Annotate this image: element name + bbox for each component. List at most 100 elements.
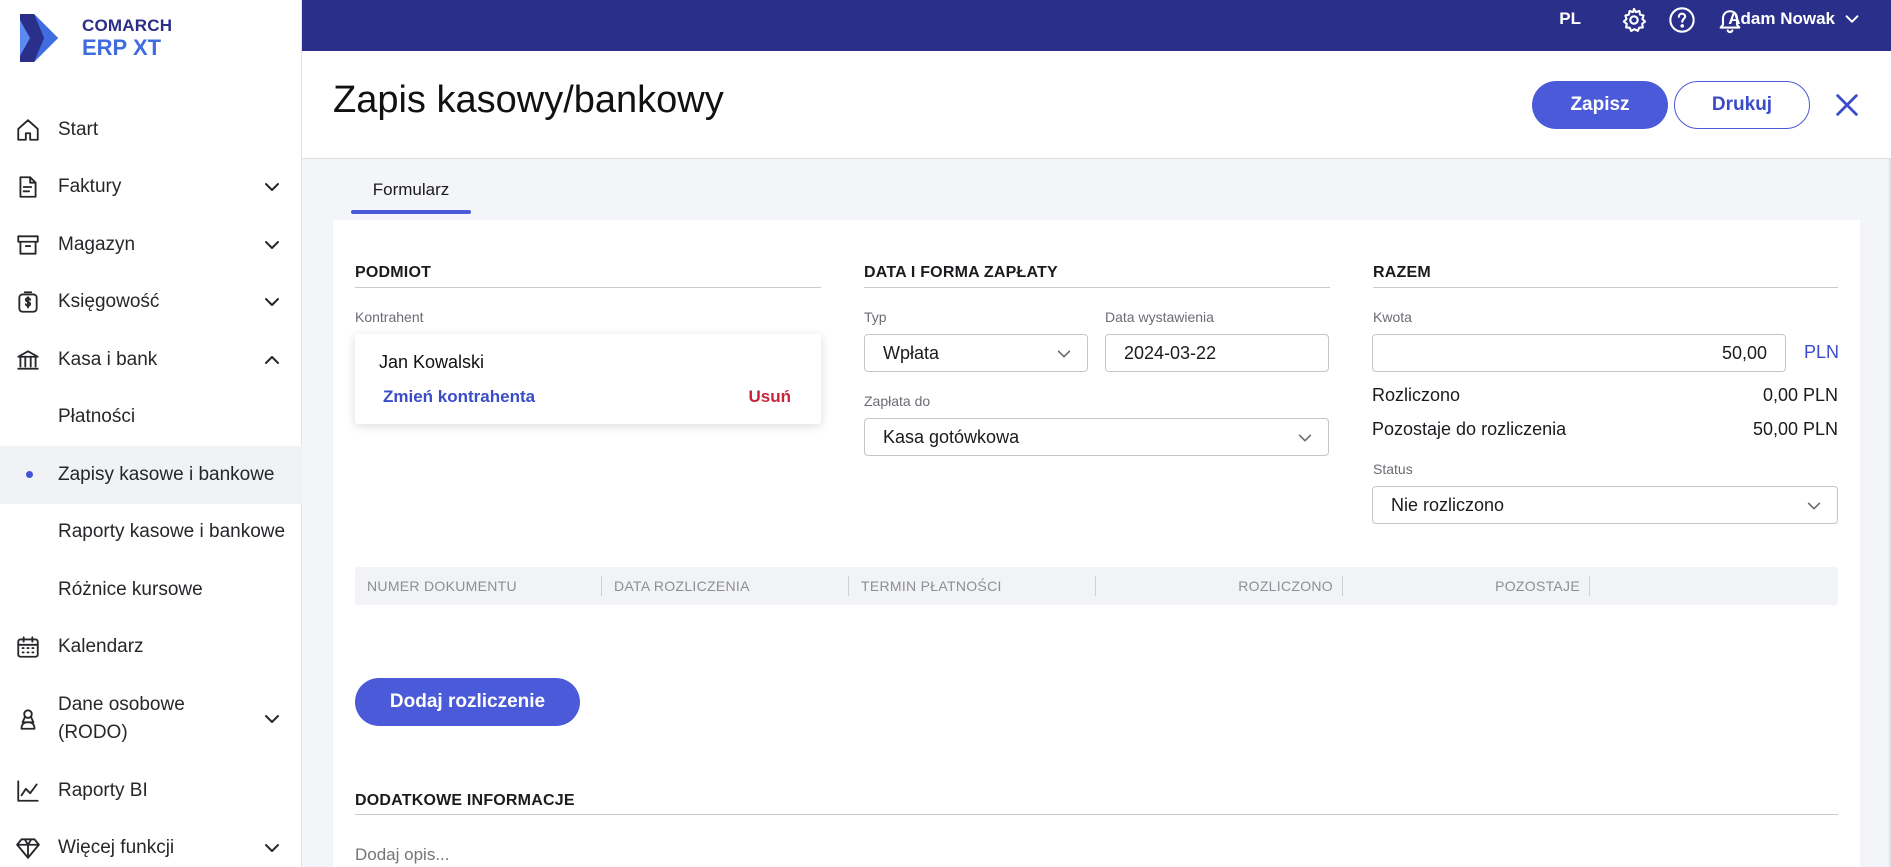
divider bbox=[355, 287, 821, 288]
sidebar-item-label: Różnice kursowe bbox=[58, 578, 203, 600]
pay-to-select[interactable]: Kasa gotówkowa bbox=[864, 418, 1329, 456]
add-settlement-button[interactable]: Dodaj rozliczenie bbox=[355, 678, 580, 726]
sidebar-item-platnosci[interactable]: Płatności bbox=[0, 389, 302, 447]
pay-to-label: Zapłata do bbox=[864, 393, 931, 409]
sidebar-item-zapisy-kasowe[interactable]: Zapisy kasowe i bankowe bbox=[0, 446, 302, 504]
currency-select[interactable]: PLN bbox=[1804, 342, 1839, 363]
tab-label: Formularz bbox=[372, 180, 450, 199]
language-switch[interactable]: PL bbox=[1559, 9, 1581, 29]
chevron-down-icon[interactable] bbox=[262, 177, 282, 197]
chevron-down-icon[interactable] bbox=[262, 292, 282, 312]
chevron-down-icon[interactable] bbox=[262, 838, 282, 858]
column-separator[interactable] bbox=[848, 576, 849, 596]
chevron-down-icon bbox=[1805, 497, 1823, 515]
chevron-down-icon bbox=[1845, 15, 1859, 23]
column-header-document-number[interactable]: NUMER DOKUMENTU bbox=[367, 567, 517, 605]
archive-box-icon bbox=[14, 231, 42, 259]
save-button[interactable]: Zapisz bbox=[1532, 81, 1668, 129]
sidebar-item-magazyn[interactable]: Magazyn bbox=[0, 216, 302, 274]
column-header-settled[interactable]: ROZLICZONO bbox=[1238, 567, 1333, 605]
sidebar-item-kasa-i-bank[interactable]: Kasa i bank bbox=[0, 331, 302, 389]
contractor-name: Jan Kowalski bbox=[379, 352, 485, 372]
app-logo[interactable]: COMARCH ERP XT bbox=[20, 14, 172, 62]
amount-value: 50,00 bbox=[1721, 342, 1767, 363]
help-icon[interactable] bbox=[1668, 6, 1696, 34]
section-title-subject: PODMIOT bbox=[355, 264, 432, 281]
chevron-down-icon[interactable] bbox=[262, 709, 282, 729]
bank-icon bbox=[14, 346, 42, 374]
column-header-remaining[interactable]: POZOSTAJE bbox=[1495, 567, 1580, 605]
sidebar-item-label: Dane osobowe (RODO) bbox=[58, 694, 185, 743]
remaining-row: Pozostaje do rozliczenia 50,00 PLN bbox=[1372, 419, 1838, 440]
sidebar-item-faktury[interactable]: Faktury bbox=[0, 159, 302, 217]
sidebar-item-label: Start bbox=[58, 118, 99, 140]
sidebar-item-label: Kalendarz bbox=[58, 636, 144, 658]
sidebar-item-raporty-bi[interactable]: Raporty BI bbox=[0, 762, 302, 820]
type-value: Wpłata bbox=[883, 342, 940, 363]
sidebar-item-label: Faktury bbox=[58, 176, 122, 198]
sidebar-item-wiecej-funkcji[interactable]: Więcej funkcji bbox=[0, 820, 302, 867]
section-title-payment: DATA I FORMA ZAPŁATY bbox=[864, 264, 1058, 281]
status-label: Status bbox=[1373, 461, 1413, 477]
column-header-settlement-date[interactable]: DATA ROZLICZENIA bbox=[614, 567, 750, 605]
sidebar: COMARCH ERP XT Start Faktury Magazyn Ksi… bbox=[0, 0, 302, 867]
sidebar-item-kalendarz[interactable]: Kalendarz bbox=[0, 619, 302, 677]
contractor-label: Kontrahent bbox=[355, 309, 424, 325]
tab-formularz[interactable]: Formularz bbox=[351, 172, 471, 214]
settled-row: Rozliczono 0,00 PLN bbox=[1372, 385, 1838, 406]
sidebar-item-ksiegowosc[interactable]: Księgowość bbox=[0, 274, 302, 332]
issue-date-label: Data wystawienia bbox=[1105, 309, 1214, 325]
type-select[interactable]: Wpłata bbox=[864, 334, 1088, 372]
section-title-additional: DODATKOWE INFORMACJE bbox=[355, 792, 575, 809]
status-select[interactable]: Nie rozliczono bbox=[1372, 486, 1838, 524]
column-separator[interactable] bbox=[1342, 576, 1343, 596]
column-separator[interactable] bbox=[601, 576, 602, 596]
brand-line1: COMARCH bbox=[82, 16, 173, 35]
chevron-down-icon[interactable] bbox=[262, 235, 282, 255]
column-separator[interactable] bbox=[1095, 576, 1096, 596]
column-separator[interactable] bbox=[1589, 576, 1590, 596]
chevron-down-icon bbox=[1055, 345, 1073, 363]
top-bar: PL Adam Nowak bbox=[302, 0, 1891, 51]
page-title: Zapis kasowy/bankowy bbox=[333, 79, 724, 121]
brand-line2: ERP XT bbox=[82, 35, 162, 60]
settlements-table-header: NUMER DOKUMENTU DATA ROZLICZENIA TERMIN … bbox=[355, 567, 1838, 605]
chevron-up-icon[interactable] bbox=[262, 350, 282, 370]
sidebar-item-label: Księgowość bbox=[58, 291, 160, 313]
contractor-card: Jan Kowalski Zmień kontrahenta Usuń bbox=[355, 334, 821, 424]
close-icon[interactable] bbox=[1833, 91, 1861, 119]
divider bbox=[864, 287, 1330, 288]
settled-label: Rozliczono bbox=[1372, 385, 1461, 405]
document-icon bbox=[14, 173, 42, 201]
chevron-down-icon bbox=[1296, 429, 1314, 447]
print-button[interactable]: Drukuj bbox=[1674, 81, 1810, 129]
type-label: Typ bbox=[864, 309, 887, 325]
form-card bbox=[333, 220, 1860, 867]
remaining-label: Pozostaje do rozliczenia bbox=[1372, 419, 1567, 439]
remaining-value: 50,00 PLN bbox=[1752, 419, 1838, 439]
person-icon bbox=[14, 705, 42, 733]
amount-input[interactable]: 50,00 bbox=[1372, 334, 1786, 372]
chart-line-icon bbox=[14, 777, 42, 805]
user-menu[interactable]: Adam Nowak bbox=[1728, 9, 1861, 29]
sidebar-item-label: Więcej funkcji bbox=[58, 837, 175, 859]
column-header-payment-due[interactable]: TERMIN PŁATNOŚCI bbox=[861, 567, 1002, 605]
change-contractor-link[interactable]: Zmień kontrahenta bbox=[383, 387, 535, 407]
user-name: Adam Nowak bbox=[1728, 9, 1835, 28]
sidebar-item-label: Zapisy kasowe i bankowe bbox=[58, 463, 275, 485]
sidebar-item-roznice-kursowe[interactable]: Różnice kursowe bbox=[0, 561, 302, 619]
tab-active-indicator bbox=[351, 210, 471, 214]
sidebar-item-start[interactable]: Start bbox=[0, 101, 302, 159]
gear-icon[interactable] bbox=[1620, 6, 1648, 34]
sidebar-item-dane-osobowe[interactable]: Dane osobowe (RODO) bbox=[0, 676, 302, 762]
sidebar-item-raporty-kasowe[interactable]: Raporty kasowe i bankowe bbox=[0, 504, 302, 562]
sidebar-item-label: Kasa i bank bbox=[58, 348, 158, 370]
issue-date-input[interactable]: 2024-03-22 bbox=[1105, 334, 1329, 372]
comarch-logo-icon bbox=[20, 14, 58, 62]
issue-date-value: 2024-03-22 bbox=[1124, 342, 1217, 363]
divider bbox=[1373, 287, 1838, 288]
amount-label: Kwota bbox=[1373, 309, 1412, 325]
divider bbox=[355, 814, 1838, 815]
description-input[interactable] bbox=[355, 844, 1055, 866]
remove-contractor-link[interactable]: Usuń bbox=[749, 387, 792, 407]
